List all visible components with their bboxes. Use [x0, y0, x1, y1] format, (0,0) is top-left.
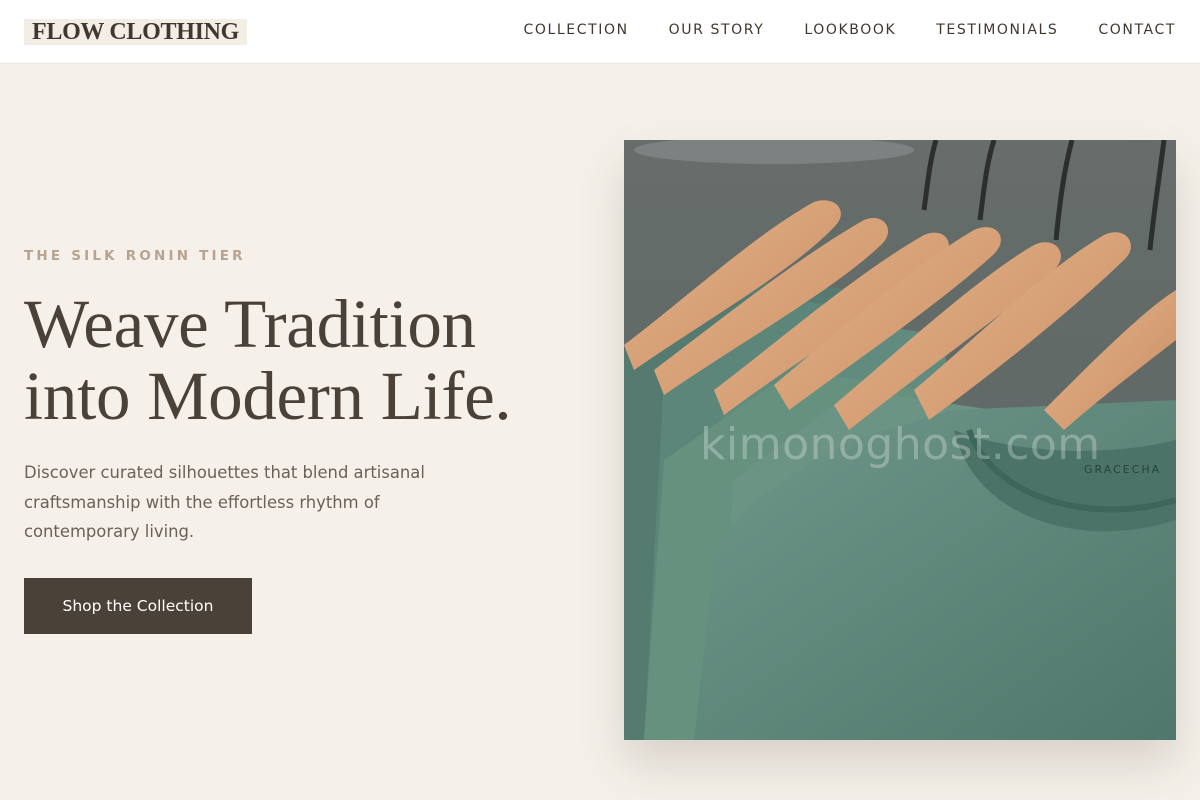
shirt-label-text: GRACECHA	[1084, 463, 1161, 476]
brand-logo[interactable]: FLOW CLOTHING	[24, 19, 248, 45]
nav-link-contact[interactable]: CONTACT	[1098, 20, 1176, 40]
navbar: FLOW CLOTHING COLLECTION OUR STORY LOOKB…	[0, 0, 1200, 64]
hero-eyebrow: THE SILK RONIN TIER	[24, 248, 246, 264]
hero-headline: Weave Tradition into Modern Life.	[24, 288, 584, 432]
shop-collection-button[interactable]: Shop the Collection	[24, 578, 252, 634]
hero-headline-line-2: into Modern Life.	[24, 358, 512, 434]
hanging-shirts-illustration: GRACECHA	[624, 140, 1176, 740]
nav-link-collection[interactable]: COLLECTION	[523, 20, 628, 40]
hero-image: GRACECHA	[624, 140, 1176, 740]
nav-link-testimonials[interactable]: TESTIMONIALS	[936, 20, 1058, 40]
nav-link-lookbook[interactable]: LOOKBOOK	[804, 20, 896, 40]
hero-description: Discover curated silhouettes that blend …	[24, 463, 425, 541]
hero-text: THE SILK RONIN TIER Weave Tradition into…	[24, 246, 584, 547]
hero-headline-line-1: Weave Tradition	[24, 286, 476, 362]
nav-link-our-story[interactable]: OUR STORY	[669, 20, 765, 40]
main-nav: COLLECTION OUR STORY LOOKBOOK TESTIMONIA…	[523, 20, 1176, 40]
